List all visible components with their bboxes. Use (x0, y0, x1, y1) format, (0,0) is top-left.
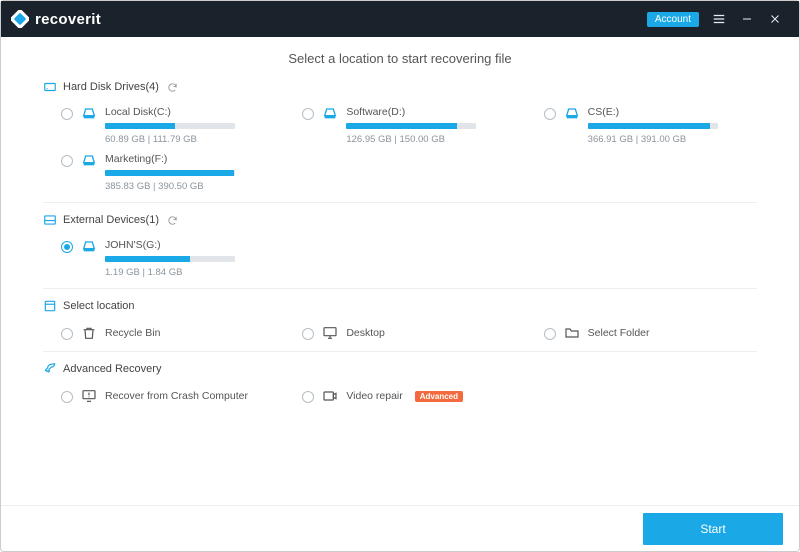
location-select-folder[interactable]: Select Folder (526, 321, 757, 345)
drive-item-c[interactable]: Local Disk(C:) 60.89 GB | 111.79 GB (43, 102, 274, 149)
drive-name: CS(E:) (588, 106, 757, 118)
drive-name: Software(D:) (346, 106, 515, 118)
radio-e[interactable] (544, 108, 556, 120)
disk-icon (564, 105, 580, 126)
usage-bar (105, 123, 235, 129)
refresh-icon (167, 82, 178, 93)
section-hdd: Hard Disk Drives(4) Local Disk(C:) 60.89… (43, 80, 757, 196)
footer: Start (1, 505, 799, 551)
location-desktop[interactable]: Desktop (284, 321, 515, 345)
video-icon (322, 388, 338, 404)
titlebar: recoverit Account (1, 1, 799, 37)
disk-icon (81, 105, 97, 126)
folder-icon (564, 325, 580, 341)
section-location: Select location Recycle Bin Desktop (43, 299, 757, 345)
divider (43, 288, 757, 289)
recycle-bin-icon (81, 325, 97, 341)
advanced-label: Recover from Crash Computer (105, 390, 248, 402)
disk-icon (81, 238, 97, 259)
drive-item-g[interactable]: JOHN'S(G:) 1.19 GB | 1.84 GB (43, 235, 274, 282)
section-external: External Devices(1) JOHN'S(G:) 1.19 GB |… (43, 213, 757, 282)
radio-crash[interactable] (61, 391, 73, 403)
disk-icon (81, 152, 97, 173)
start-button[interactable]: Start (643, 513, 783, 545)
usage-bar (588, 123, 718, 129)
divider (43, 202, 757, 203)
location-icon (43, 299, 57, 313)
minimize-icon (741, 13, 753, 25)
radio-g[interactable] (61, 241, 73, 253)
radio-folder[interactable] (544, 328, 556, 340)
refresh-icon (167, 215, 178, 226)
logo-icon (11, 10, 29, 28)
radio-desktop[interactable] (302, 328, 314, 340)
hdd-icon (43, 80, 57, 94)
radio-recycle[interactable] (61, 328, 73, 340)
location-label: Desktop (346, 327, 385, 339)
drive-name: JOHN'S(G:) (105, 239, 274, 251)
advanced-icon (43, 362, 57, 376)
crash-icon (81, 388, 97, 404)
radio-f[interactable] (61, 155, 73, 167)
section-header-adv: Advanced Recovery (43, 362, 757, 376)
drive-item-d[interactable]: Software(D:) 126.95 GB | 150.00 GB (284, 102, 515, 149)
usage-bar (105, 170, 235, 176)
section-header-loc: Select location (43, 299, 757, 313)
menu-icon (712, 12, 726, 26)
location-recycle-bin[interactable]: Recycle Bin (43, 321, 274, 345)
advanced-label: Video repair (346, 390, 402, 402)
drive-name: Local Disk(C:) (105, 106, 274, 118)
section-label-hdd: Hard Disk Drives(4) (63, 81, 159, 93)
advanced-badge: Advanced (415, 391, 463, 402)
drive-item-e[interactable]: CS(E:) 366.91 GB | 391.00 GB (526, 102, 757, 149)
advanced-video-repair[interactable]: Video repair Advanced (284, 384, 515, 408)
logo-text: recoverit (35, 11, 101, 28)
section-header-hdd: Hard Disk Drives(4) (43, 80, 757, 94)
menu-button[interactable] (705, 5, 733, 33)
drive-name: Marketing(F:) (105, 153, 274, 165)
usage-bar (346, 123, 476, 129)
advanced-crash-recovery[interactable]: Recover from Crash Computer (43, 384, 274, 408)
refresh-ext-button[interactable] (167, 215, 178, 226)
radio-d[interactable] (302, 108, 314, 120)
disk-icon (322, 105, 338, 126)
drive-stats: 60.89 GB | 111.79 GB (105, 134, 274, 145)
location-label: Select Folder (588, 327, 650, 339)
drive-stats: 366.91 GB | 391.00 GB (588, 134, 757, 145)
drive-stats: 1.19 GB | 1.84 GB (105, 267, 274, 278)
minimize-button[interactable] (733, 5, 761, 33)
main-content: Select a location to start recovering fi… (1, 37, 799, 505)
usage-bar (105, 256, 235, 262)
section-label-loc: Select location (63, 300, 135, 312)
divider (43, 351, 757, 352)
section-header-ext: External Devices(1) (43, 213, 757, 227)
external-icon (43, 213, 57, 227)
section-advanced: Advanced Recovery Recover from Crash Com… (43, 362, 757, 408)
drive-item-f[interactable]: Marketing(F:) 385.83 GB | 390.50 GB (43, 149, 274, 196)
refresh-hdd-button[interactable] (167, 82, 178, 93)
close-icon (769, 13, 781, 25)
radio-video[interactable] (302, 391, 314, 403)
section-label-adv: Advanced Recovery (63, 363, 161, 375)
drive-stats: 385.83 GB | 390.50 GB (105, 181, 274, 192)
close-button[interactable] (761, 5, 789, 33)
desktop-icon (322, 325, 338, 341)
section-label-ext: External Devices(1) (63, 214, 159, 226)
page-title: Select a location to start recovering fi… (43, 51, 757, 66)
app-logo: recoverit (11, 10, 101, 28)
drive-stats: 126.95 GB | 150.00 GB (346, 134, 515, 145)
location-label: Recycle Bin (105, 327, 160, 339)
radio-c[interactable] (61, 108, 73, 120)
account-button[interactable]: Account (647, 12, 699, 27)
